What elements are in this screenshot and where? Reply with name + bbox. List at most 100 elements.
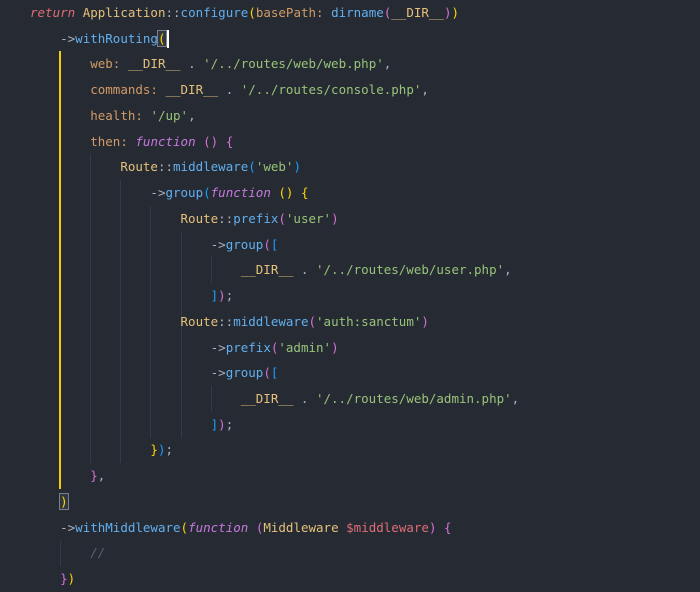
- code-line-4[interactable]: commands: __DIR__ . '/../routes/console.…: [0, 77, 700, 103]
- class-name-token: Route: [180, 210, 219, 226]
- punctuation-token: ,: [383, 56, 392, 72]
- code-line-3[interactable]: web: __DIR__ . '/../routes/web/web.php',: [0, 51, 700, 77]
- code-line-17[interactable]: ]);: [0, 412, 700, 438]
- bracket-token: ): [451, 5, 460, 20]
- punctuation-token: [30, 314, 181, 329]
- code-line-18[interactable]: });: [0, 437, 700, 463]
- punctuation-token: .: [218, 82, 241, 98]
- code-line-15[interactable]: ->group([: [0, 360, 700, 386]
- punctuation-token: [293, 185, 301, 200]
- code-line-11[interactable]: __DIR__ . '/../routes/web/user.php',: [0, 257, 700, 283]
- bracket-token: {: [444, 519, 452, 535]
- punctuation-token: ,: [97, 468, 106, 484]
- punctuation-token: ::: [218, 313, 234, 329]
- bracket-token: (: [248, 159, 256, 175]
- bracket-token: (): [203, 133, 219, 149]
- bracket-token: ): [293, 159, 301, 175]
- matched-bracket-token: ): [59, 492, 69, 510]
- punctuation-token: [30, 108, 90, 123]
- function-keyword: function: [188, 519, 249, 535]
- bracket-token: ): [443, 5, 452, 20]
- punctuation-token: [30, 365, 211, 380]
- matched-bracket-token: (: [157, 29, 167, 47]
- class-name-token: Route: [180, 313, 219, 329]
- return-keyword: return: [30, 5, 76, 20]
- punctuation-token: [436, 520, 444, 535]
- function-call-token: prefix: [233, 210, 279, 226]
- code-line-20[interactable]: ): [0, 489, 700, 515]
- punctuation-token: [30, 134, 90, 149]
- bracket-token: {: [301, 185, 309, 201]
- punctuation-token: ;: [225, 288, 234, 304]
- dir-constant-token: __DIR__: [391, 5, 444, 20]
- punctuation-token: .: [293, 262, 316, 278]
- code-editor[interactable]: return Application::configure(basePath: …: [0, 0, 700, 592]
- punctuation-token: ;: [165, 442, 174, 458]
- punctuation-token: [30, 262, 241, 277]
- function-keyword: function: [210, 185, 271, 201]
- punctuation-token: ->: [210, 236, 226, 252]
- bracket-token: {: [225, 133, 234, 149]
- code-line-8[interactable]: ->group(function () {: [0, 180, 700, 206]
- bracket-token: ): [421, 313, 429, 329]
- code-line-12[interactable]: ]);: [0, 283, 700, 309]
- punctuation-token: ::: [165, 5, 181, 20]
- code-line-9[interactable]: Route::prefix('user'): [0, 206, 700, 232]
- code-line-19[interactable]: },: [0, 463, 700, 489]
- bracket-token: (: [263, 365, 271, 381]
- string-token: 'admin': [278, 339, 332, 355]
- punctuation-token: [30, 571, 60, 586]
- code-line-2[interactable]: ->withRouting(: [0, 26, 700, 52]
- string-token: '/../routes/web/user.php': [315, 262, 505, 278]
- dir-constant-token: __DIR__: [240, 391, 294, 407]
- code-line-1[interactable]: return Application::configure(basePath: …: [0, 0, 700, 26]
- function-call-token: withMiddleware: [75, 519, 181, 535]
- punctuation-token: [30, 31, 60, 46]
- class-name-token: Application: [82, 5, 166, 20]
- string-token: 'auth:sanctum': [316, 313, 422, 329]
- comment-token: //: [90, 545, 106, 561]
- string-token: '/up': [150, 107, 189, 123]
- bracket-token: (): [278, 185, 294, 201]
- punctuation-token: ->: [60, 30, 76, 46]
- bracket-token: (: [308, 313, 317, 329]
- code-line-10[interactable]: ->group([: [0, 232, 700, 258]
- function-call-token: middleware: [173, 159, 249, 175]
- string-token: '/../routes/web/admin.php': [315, 391, 512, 407]
- code-line-7[interactable]: Route::middleware('web'): [0, 154, 700, 180]
- code-line-5[interactable]: health: '/up',: [0, 103, 700, 129]
- string-token: '/../routes/web/web.php': [203, 56, 384, 72]
- named-argument-token: health:: [90, 107, 143, 123]
- text-cursor: [166, 30, 169, 49]
- bracket-token: ): [331, 339, 339, 355]
- code-area[interactable]: return Application::configure(basePath: …: [0, 0, 700, 592]
- code-line-16[interactable]: __DIR__ . '/../routes/web/admin.php',: [0, 386, 700, 412]
- code-line-22[interactable]: //: [0, 540, 700, 566]
- punctuation-token: [30, 56, 90, 71]
- punctuation-token: [30, 211, 181, 226]
- punctuation-token: [339, 520, 347, 535]
- bracket-token: (: [180, 519, 189, 535]
- string-token: '/../routes/console.php': [240, 82, 422, 98]
- punctuation-token: [196, 134, 204, 149]
- function-call-token: middleware: [233, 313, 309, 329]
- code-line-6[interactable]: then: function () {: [0, 129, 700, 155]
- bracket-token: (: [203, 185, 211, 201]
- code-line-23[interactable]: }): [0, 566, 700, 592]
- punctuation-token: [30, 340, 211, 355]
- punctuation-token: ,: [421, 82, 429, 98]
- dir-constant-token: __DIR__: [240, 262, 294, 278]
- named-argument-token: commands:: [90, 82, 158, 98]
- code-line-21[interactable]: ->withMiddleware(function (Middleware $m…: [0, 515, 700, 541]
- bracket-token: [: [270, 365, 279, 381]
- code-line-13[interactable]: Route::middleware('auth:sanctum'): [0, 309, 700, 335]
- punctuation-token: [248, 520, 256, 535]
- function-call-token: withRouting: [75, 30, 158, 46]
- punctuation-token: .: [180, 56, 204, 72]
- punctuation-token: [30, 288, 211, 303]
- class-name-token: Route: [120, 159, 158, 175]
- punctuation-token: ,: [504, 262, 512, 278]
- punctuation-token: [30, 237, 211, 252]
- code-line-14[interactable]: ->prefix('admin'): [0, 335, 700, 361]
- bracket-token: }: [150, 442, 158, 458]
